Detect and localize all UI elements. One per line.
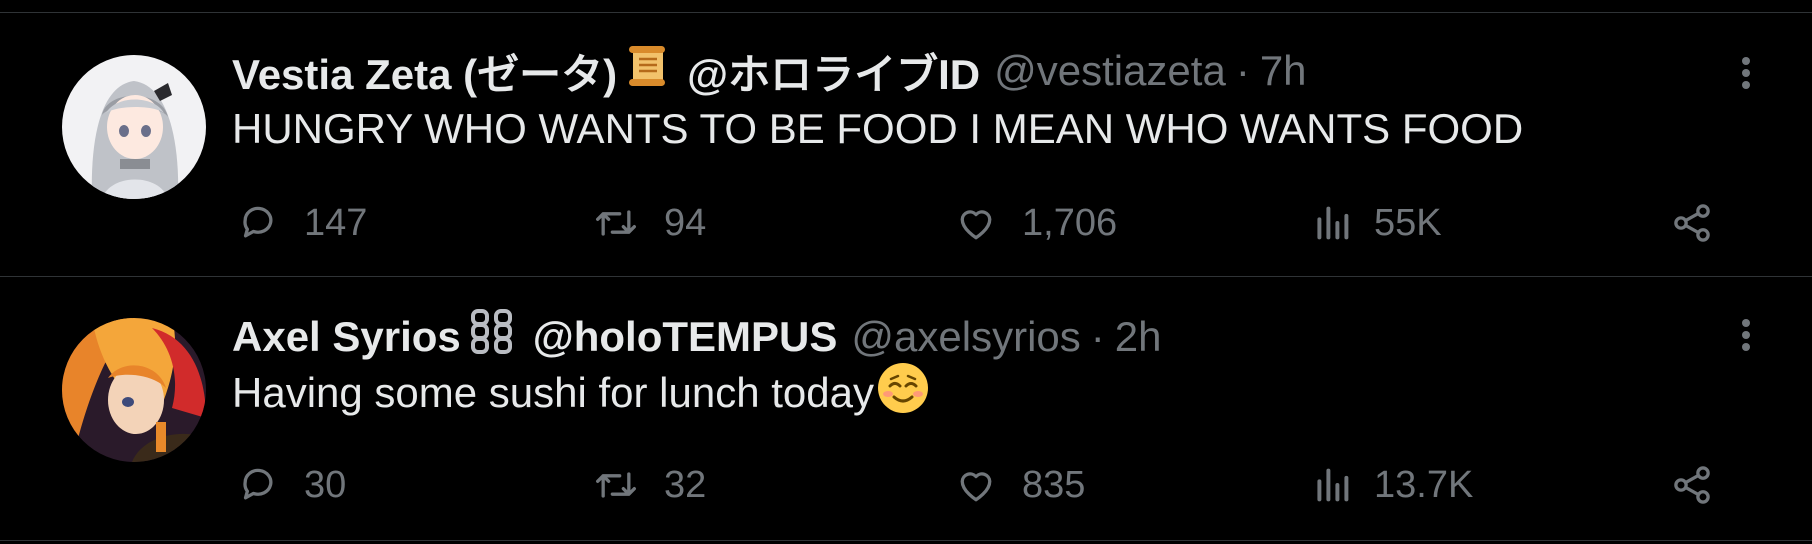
timestamp[interactable]: 2h xyxy=(1115,313,1162,361)
separator: · xyxy=(1235,47,1250,94)
like-button[interactable]: 835 xyxy=(954,455,1085,515)
heart-icon xyxy=(960,210,992,240)
share-button[interactable] xyxy=(1670,193,1738,253)
user-handle[interactable]: @axelsyrios xyxy=(851,313,1080,361)
tweet-actions: 147 94 1,706 55K xyxy=(232,193,1732,253)
more-options-icon[interactable] xyxy=(1726,315,1766,355)
user-handle[interactable]: @vestiazeta xyxy=(994,47,1226,95)
retweet-count: 32 xyxy=(664,463,707,506)
reply-count: 30 xyxy=(304,463,347,506)
like-button[interactable]: 1,706 xyxy=(954,193,1117,253)
views-button[interactable]: 13.7K xyxy=(1314,455,1473,515)
tweet-actions: 30 32 835 13.7K xyxy=(232,455,1732,515)
timeline-feed: Vestia Zeta (ゼータ) @ホロライブID @vestiazeta ·… xyxy=(0,0,1812,544)
reply-button[interactable]: 30 xyxy=(236,455,346,515)
heart-icon xyxy=(960,472,992,502)
divider xyxy=(0,540,1812,541)
retweet-icon xyxy=(596,472,636,498)
retweet-icon xyxy=(596,210,636,236)
share-button[interactable] xyxy=(1670,455,1738,515)
affiliation-tag[interactable]: @holoTEMPUS xyxy=(533,313,838,361)
views-button[interactable]: 55K xyxy=(1314,193,1442,253)
retweet-button[interactable]: 94 xyxy=(592,193,706,253)
tweet-header: Vestia Zeta (ゼータ) @ホロライブID @vestiazeta ·… xyxy=(232,43,1307,99)
reply-icon xyxy=(243,206,273,238)
share-icon xyxy=(1674,204,1710,242)
tweet-header: Axel Syrios @holoTEMPUS @axelsyrios · 2h xyxy=(232,309,1161,365)
tweet[interactable]: Axel Syrios @holoTEMPUS @axelsyrios · 2h xyxy=(0,277,1812,539)
analytics-icon xyxy=(1317,468,1349,502)
more-options-icon[interactable] xyxy=(1726,53,1766,93)
retweet-button[interactable]: 32 xyxy=(592,455,706,515)
affiliation-tag[interactable]: @ホロライブID xyxy=(687,41,980,102)
share-icon xyxy=(1674,466,1710,504)
display-name[interactable]: Axel Syrios xyxy=(232,313,461,361)
display-name[interactable]: Vestia Zeta (ゼータ) xyxy=(232,41,617,102)
reply-count: 147 xyxy=(304,201,368,244)
avatar[interactable] xyxy=(62,318,206,462)
chain-icon xyxy=(467,308,517,366)
avatar[interactable] xyxy=(62,55,206,199)
reply-icon xyxy=(243,468,273,500)
analytics-icon xyxy=(1317,206,1349,240)
tweet-text-content: HUNGRY WHO WANTS TO BE FOOD I MEAN WHO W… xyxy=(232,105,1524,152)
retweet-count: 94 xyxy=(664,201,707,244)
like-count: 835 xyxy=(1022,463,1086,506)
timestamp[interactable]: 7h xyxy=(1260,47,1307,95)
relieved-face-emoji xyxy=(876,361,930,425)
separator: · xyxy=(1090,313,1105,360)
tweet[interactable]: Vestia Zeta (ゼータ) @ホロライブID @vestiazeta ·… xyxy=(0,13,1812,275)
tweet-text: Having some sushi for lunch today xyxy=(232,363,930,421)
tweet-text: HUNGRY WHO WANTS TO BE FOOD I MEAN WHO W… xyxy=(232,101,1523,157)
tweet-text-content: Having some sushi for lunch today xyxy=(232,369,874,416)
views-count: 13.7K xyxy=(1374,463,1474,506)
like-count: 1,706 xyxy=(1022,201,1118,244)
scroll-icon xyxy=(623,42,671,100)
views-count: 55K xyxy=(1374,201,1442,244)
reply-button[interactable]: 147 xyxy=(236,193,367,253)
